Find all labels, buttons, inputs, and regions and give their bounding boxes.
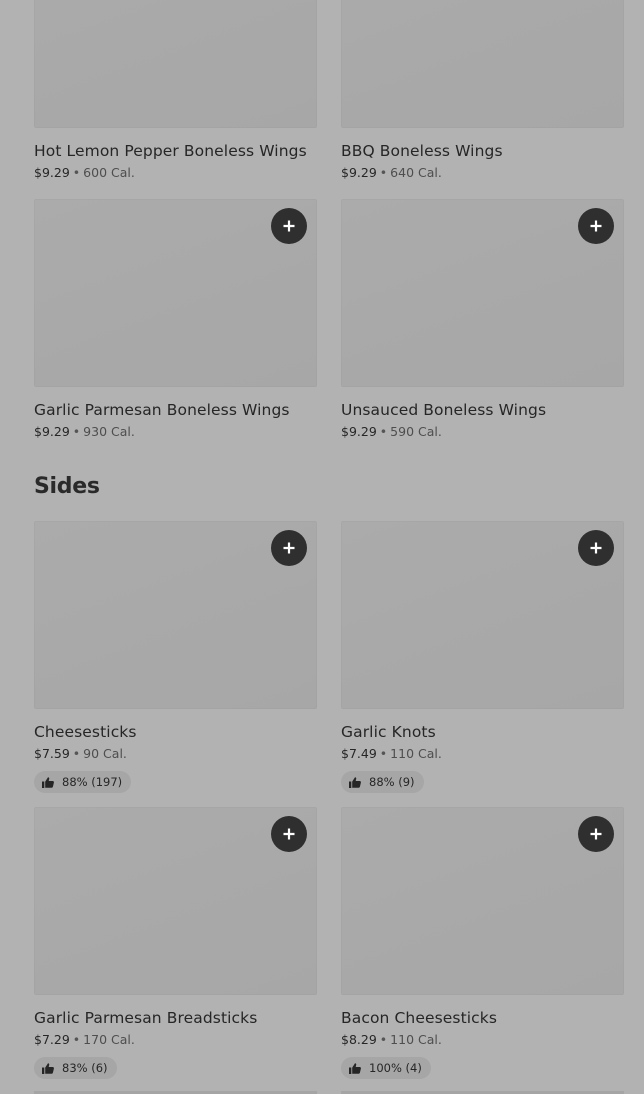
rating-text: 100% (4) xyxy=(369,1061,422,1075)
add-to-cart-button[interactable] xyxy=(578,530,614,566)
item-image xyxy=(34,521,317,709)
item-name: Garlic Parmesan Boneless Wings xyxy=(34,401,290,419)
menu-item-card[interactable]: Hot Lemon Pepper Boneless Wings $9.29 • 60… xyxy=(34,0,317,181)
item-meta: $7.59 • 90 Cal. xyxy=(34,746,317,762)
item-meta: $9.29 • 590 Cal. xyxy=(341,424,624,440)
menu-item-card[interactable]: Bacon Cheesesticks $8.29 • 110 Cal. 100% (… xyxy=(341,807,624,1079)
item-calories: 90 Cal. xyxy=(83,746,127,761)
item-calories: 110 Cal. xyxy=(390,1032,442,1047)
item-calories: 930 Cal. xyxy=(83,424,135,439)
plus-icon xyxy=(283,542,295,554)
item-name: Garlic Parmesan Breadsticks xyxy=(34,1009,258,1027)
item-price: $9.29 xyxy=(341,165,377,180)
rating-badge: 88% (197) xyxy=(34,771,132,793)
menu-item-card[interactable]: Garlic Knots $7.49 • 110 Cal. 88% (9) xyxy=(341,521,624,793)
item-meta: $7.29 • 170 Cal. xyxy=(34,1032,317,1048)
item-name: Garlic Knots xyxy=(341,723,436,741)
rating-text: 88% (9) xyxy=(369,775,415,789)
plus-icon xyxy=(590,828,602,840)
thumbs-up-icon xyxy=(349,776,361,788)
section-title-sides: Sides xyxy=(34,474,100,499)
rating-badge: 100% (4) xyxy=(341,1057,431,1079)
menu-item-card[interactable]: Garlic Parmesan Breadsticks $7.29 • 170 Ca… xyxy=(34,807,317,1079)
item-meta: $7.49 • 110 Cal. xyxy=(341,746,624,762)
menu-item-card[interactable]: Unsauced Boneless Wings $9.29 • 590 Cal. xyxy=(341,199,624,440)
item-price: $9.29 xyxy=(34,165,70,180)
item-name: Bacon Cheesesticks xyxy=(341,1009,498,1027)
item-calories: 600 Cal. xyxy=(83,165,135,180)
menu-item-card[interactable]: Cheesesticks $7.59 • 90 Cal. 88% (197) xyxy=(34,521,317,793)
add-to-cart-button[interactable] xyxy=(271,530,307,566)
rating-badge: 83% (6) xyxy=(34,1057,117,1079)
plus-icon xyxy=(283,220,295,232)
item-image xyxy=(341,807,624,995)
separator: • xyxy=(379,424,388,439)
item-name: Cheesesticks xyxy=(34,723,137,741)
item-image xyxy=(34,807,317,995)
separator: • xyxy=(72,1032,81,1047)
plus-icon xyxy=(590,220,602,232)
item-meta: $8.29 • 110 Cal. xyxy=(341,1032,624,1048)
thumbs-up-icon xyxy=(349,1062,361,1074)
item-price: $7.59 xyxy=(34,746,70,761)
item-price: $9.29 xyxy=(34,424,70,439)
plus-icon xyxy=(590,542,602,554)
separator: • xyxy=(72,424,81,439)
item-price: $8.29 xyxy=(341,1032,377,1047)
item-image xyxy=(34,0,317,128)
item-price: $7.29 xyxy=(34,1032,70,1047)
thumbs-up-icon xyxy=(42,776,54,788)
item-calories: 590 Cal. xyxy=(390,424,442,439)
add-to-cart-button[interactable] xyxy=(271,208,307,244)
separator: • xyxy=(379,1032,388,1047)
separator: • xyxy=(72,165,81,180)
item-image xyxy=(341,0,624,128)
rating-text: 88% (197) xyxy=(62,775,123,789)
plus-icon xyxy=(283,828,295,840)
thumbs-up-icon xyxy=(42,1062,54,1074)
item-meta: $9.29 • 600 Cal. xyxy=(34,165,317,181)
menu-item-card[interactable]: BBQ Boneless Wings $9.29 • 640 Cal. xyxy=(341,0,624,181)
item-name: BBQ Boneless Wings xyxy=(341,142,503,160)
item-meta: $9.29 • 930 Cal. xyxy=(34,424,317,440)
item-price: $9.29 xyxy=(341,424,377,439)
add-to-cart-button[interactable] xyxy=(578,208,614,244)
rating-badge: 88% (9) xyxy=(341,771,424,793)
item-meta: $9.29 • 640 Cal. xyxy=(341,165,624,181)
item-calories: 110 Cal. xyxy=(390,746,442,761)
item-calories: 170 Cal. xyxy=(83,1032,135,1047)
add-to-cart-button[interactable] xyxy=(271,816,307,852)
rating-text: 83% (6) xyxy=(62,1061,108,1075)
separator: • xyxy=(379,746,388,761)
add-to-cart-button[interactable] xyxy=(578,816,614,852)
menu-page: Hot Lemon Pepper Boneless Wings $9.29 • 60… xyxy=(0,0,644,1094)
item-name: Hot Lemon Pepper Boneless Wings xyxy=(34,142,307,160)
item-price: $7.49 xyxy=(341,746,377,761)
item-name: Unsauced Boneless Wings xyxy=(341,401,547,419)
item-image xyxy=(34,199,317,387)
separator: • xyxy=(379,165,388,180)
separator: • xyxy=(72,746,81,761)
item-calories: 640 Cal. xyxy=(390,165,442,180)
item-image xyxy=(341,521,624,709)
menu-item-card[interactable]: Garlic Parmesan Boneless Wings $9.29 • 930… xyxy=(34,199,317,440)
item-image xyxy=(341,199,624,387)
